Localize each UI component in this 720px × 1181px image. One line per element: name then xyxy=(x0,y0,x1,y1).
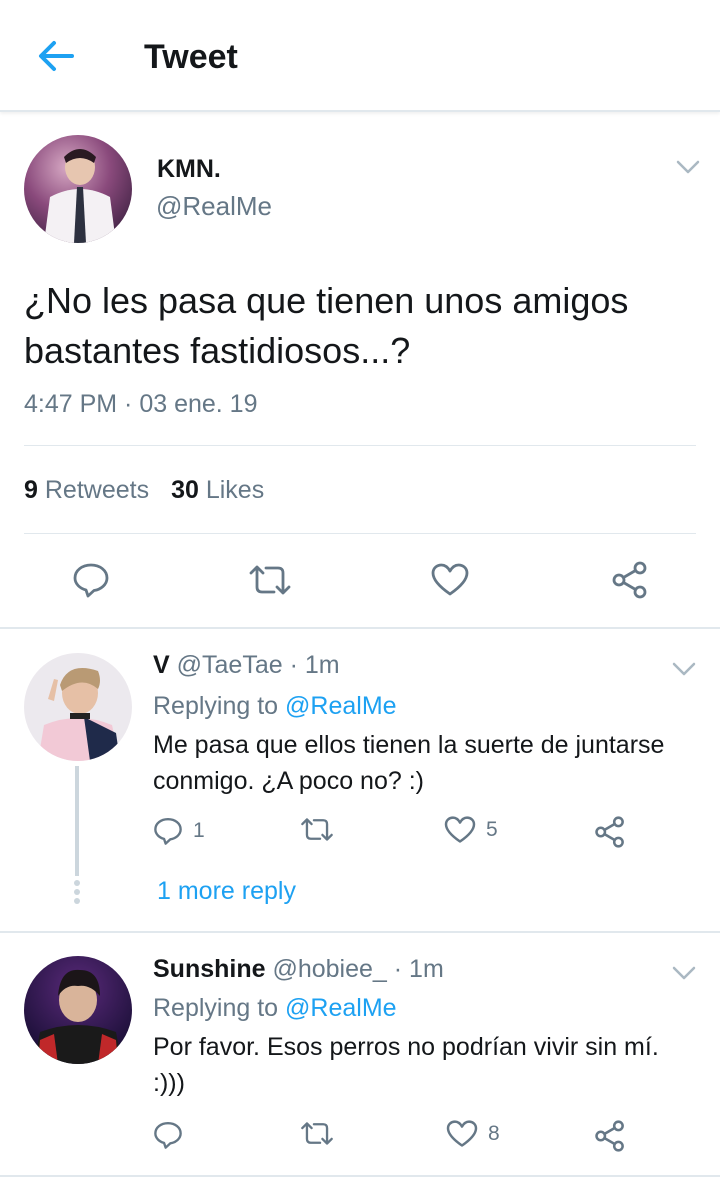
heart-icon[interactable] xyxy=(431,563,469,597)
reply-count: 1 xyxy=(193,819,205,842)
reply-icon xyxy=(153,1120,183,1150)
avatar[interactable] xyxy=(24,956,132,1064)
reply-author-name[interactable]: V xyxy=(153,651,170,679)
tweet-timestamp: 4:47 PM · 03 ene. 19 xyxy=(24,390,258,418)
thread-dots xyxy=(74,880,80,907)
retweet-icon[interactable] xyxy=(300,816,334,843)
replying-to-mention[interactable]: @RealMe xyxy=(285,692,397,720)
like-button[interactable]: 5 xyxy=(444,816,498,844)
reply-author-handle[interactable]: @hobiee_ xyxy=(272,955,386,983)
more-replies-link[interactable]: 1 more reply xyxy=(157,877,296,906)
section-divider xyxy=(0,931,720,933)
reply-icon xyxy=(153,816,183,846)
retweet-icon[interactable] xyxy=(300,1120,334,1147)
tweet-stats: 9 Retweets 30 Likes xyxy=(24,476,286,505)
replying-to: Replying to @RealMe xyxy=(153,692,397,720)
retweet-icon[interactable] xyxy=(248,563,292,597)
top-bar: Tweet xyxy=(0,0,720,112)
reply-actions: 1 5 xyxy=(153,816,653,850)
retweets-stat[interactable]: 9 Retweets xyxy=(24,476,149,505)
author-handle[interactable]: @RealMe xyxy=(156,191,272,222)
divider xyxy=(24,533,696,534)
avatar[interactable] xyxy=(24,135,132,243)
heart-icon xyxy=(444,816,476,844)
reply-header: Sunshine @hobiee_ · 1m xyxy=(153,955,444,984)
chevron-down-icon[interactable] xyxy=(671,964,697,982)
chevron-down-icon[interactable] xyxy=(671,660,697,678)
reply-button[interactable]: 1 xyxy=(153,816,205,846)
replying-to: Replying to @RealMe xyxy=(153,994,397,1022)
like-button[interactable]: 8 xyxy=(446,1120,500,1148)
thread-line xyxy=(75,766,79,876)
reply-actions: 8 xyxy=(153,1120,653,1154)
reply-text: Me pasa que ellos tienen la suerte de ju… xyxy=(153,731,665,795)
replying-to-mention[interactable]: @RealMe xyxy=(285,994,397,1022)
section-divider xyxy=(0,1175,720,1177)
section-divider xyxy=(0,627,720,629)
reply-author-handle[interactable]: @TaeTae xyxy=(177,651,283,679)
reply-button[interactable] xyxy=(153,1120,193,1150)
reply-text: Por favor. Esos perros no podrían vivir … xyxy=(153,1033,659,1097)
back-arrow-icon[interactable] xyxy=(36,38,76,74)
reply-icon[interactable] xyxy=(72,562,110,598)
share-icon[interactable] xyxy=(594,816,626,848)
likes-stat[interactable]: 30 Likes xyxy=(171,476,264,505)
share-icon[interactable] xyxy=(594,1120,626,1152)
heart-icon xyxy=(446,1120,478,1148)
reply-header: V @TaeTae · 1m xyxy=(153,651,340,680)
chevron-down-icon[interactable] xyxy=(675,158,701,176)
divider xyxy=(24,445,696,446)
author-name[interactable]: KMN. xyxy=(157,155,221,184)
like-count: 5 xyxy=(486,818,498,841)
share-icon[interactable] xyxy=(611,561,649,599)
reply-time: · 1m xyxy=(386,955,444,983)
reply-time: · 1m xyxy=(282,651,340,679)
reply-author-name[interactable]: Sunshine xyxy=(153,955,266,983)
page-title: Tweet xyxy=(144,38,238,76)
like-count: 8 xyxy=(488,1122,500,1145)
avatar[interactable] xyxy=(24,653,132,761)
tweet-text: ¿No les pasa que tienen unos amigos bast… xyxy=(24,280,629,371)
